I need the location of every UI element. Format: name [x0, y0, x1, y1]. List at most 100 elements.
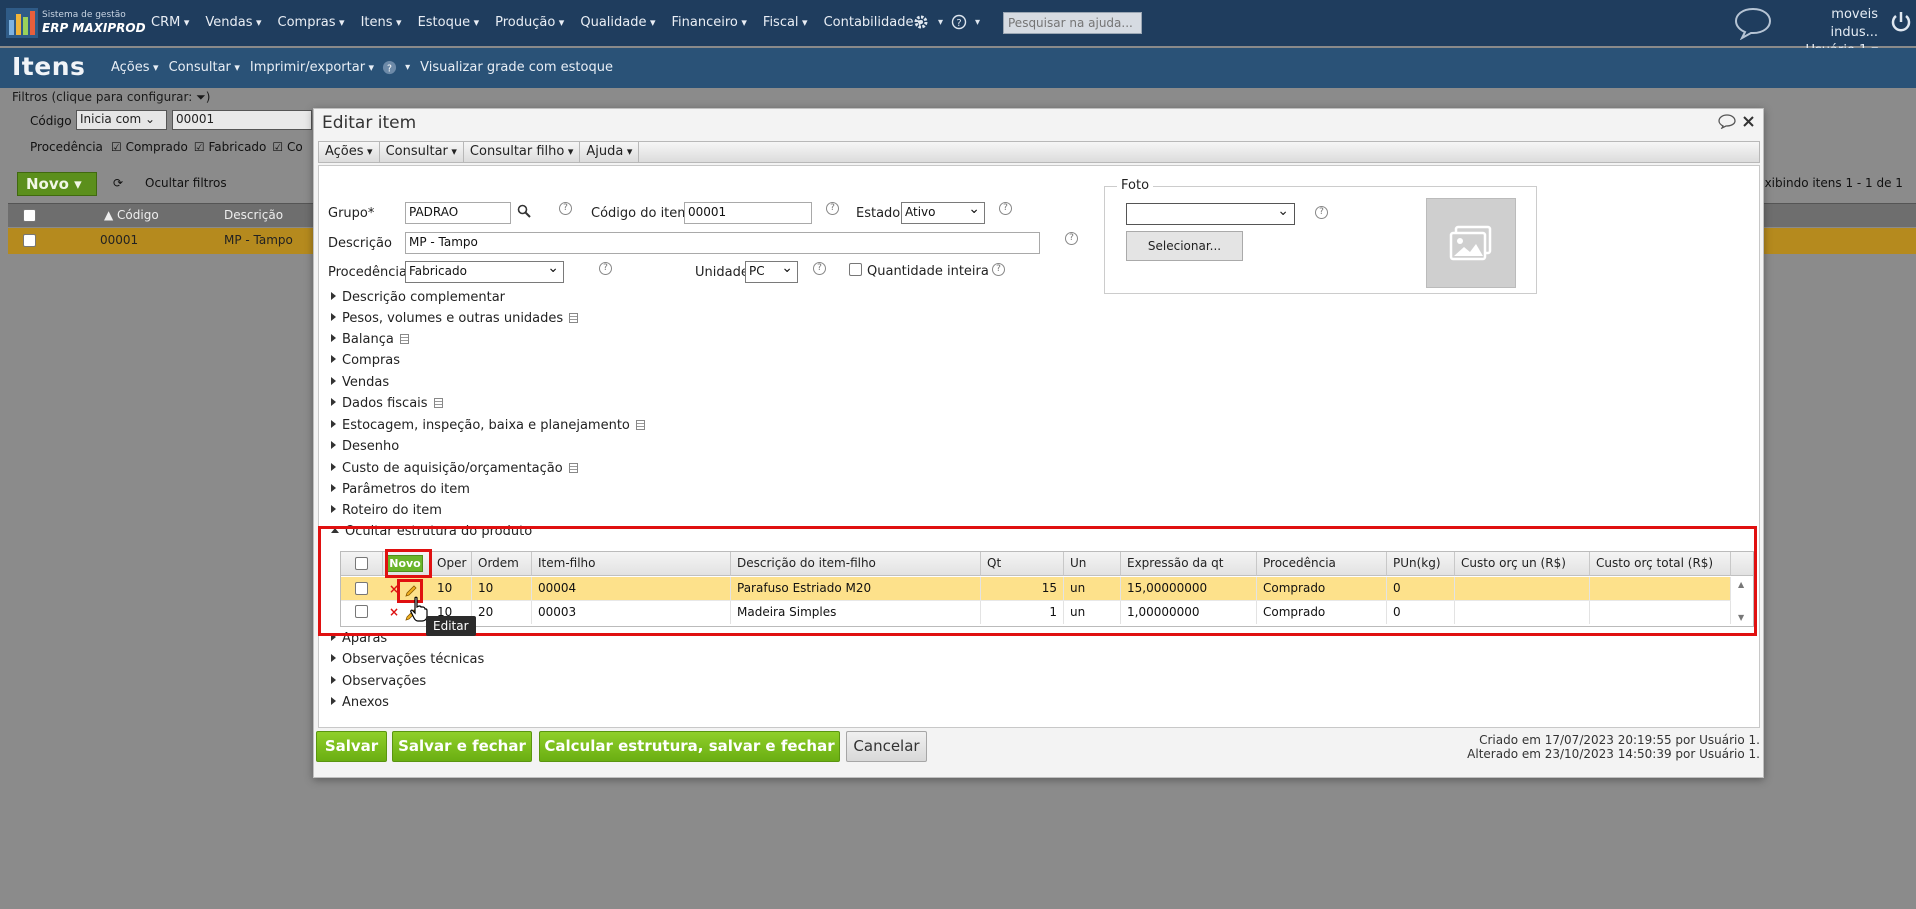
image-placeholder-icon [1449, 225, 1492, 261]
unidade-select[interactable]: PC [745, 260, 798, 283]
section-estocagem[interactable]: Estocagem, inspeção, baixa e planejament… [331, 418, 645, 433]
section-dados-fiscais[interactable]: Dados fiscais [331, 396, 443, 411]
foto-group: Foto ⌄ ? Selecionar... [1104, 178, 1537, 294]
help-dropdown-icon[interactable]: ▾ [975, 17, 980, 28]
brand: Sistema de gestão ERP MAXIPROD [42, 9, 146, 35]
dialog-menu-consultar[interactable]: Consultar [380, 142, 464, 162]
help-icon[interactable]: ? [826, 202, 839, 215]
help-icon[interactable]: ? [992, 263, 1005, 276]
estado-select[interactable]: Ativo [901, 201, 985, 224]
menu-qualidade[interactable]: Qualidade [572, 15, 663, 30]
section-roteiro[interactable]: Roteiro do item [331, 503, 442, 518]
help-search-input[interactable] [1003, 12, 1142, 34]
svg-text:?: ? [387, 63, 392, 74]
chat-icon[interactable] [1733, 6, 1773, 40]
grupo-field[interactable]: PADRAO [405, 202, 511, 224]
erp-logo-icon [6, 8, 38, 38]
section-compras[interactable]: Compras [331, 353, 400, 368]
page-menu-grade[interactable]: Visualizar grade com estoque [415, 60, 618, 75]
filter-codigo-operator[interactable]: Inicia com ⌄ [76, 110, 167, 130]
col-descricao[interactable]: Descrição [224, 208, 283, 222]
foto-legend: Foto [1117, 178, 1154, 193]
filter-fabricado-checkbox[interactable]: ☑ Fabricado [194, 140, 267, 154]
help-icon[interactable]: ? [382, 60, 397, 75]
section-custo-aquisicao[interactable]: Custo de aquisição/orçamentação [331, 461, 578, 476]
descricao-label: Descrição [328, 236, 392, 251]
unidade-label: Unidade [695, 265, 749, 280]
page-header: Itens Ações Consultar Imprimir/exportar … [0, 48, 1916, 88]
help-icon[interactable]: ? [813, 262, 826, 275]
codigo-item-label: Código do item [591, 206, 690, 221]
filter-procedencia-label: Procedência [30, 140, 103, 154]
company-name: moveis indus... [1830, 7, 1878, 40]
novo-button[interactable]: Novo ▾ [17, 172, 97, 196]
menu-financeiro[interactable]: Financeiro [664, 15, 755, 30]
help-icon[interactable]: ? [599, 262, 612, 275]
menu-vendas[interactable]: Vendas [197, 15, 269, 30]
filters-header[interactable]: Filtros (clique para configurar: ⏷) [12, 90, 210, 105]
salvar-button[interactable]: Salvar [316, 731, 387, 762]
section-anexos[interactable]: Anexos [331, 695, 389, 710]
power-icon[interactable] [1890, 10, 1912, 34]
filter-comprado-checkbox[interactable]: ☑ Comprado [111, 140, 188, 154]
help-dropdown-icon[interactable]: ▾ [400, 62, 415, 73]
help-icon[interactable]: ? [951, 14, 967, 30]
help-icon[interactable]: ? [559, 202, 572, 215]
dialog-body: Grupo* PADRAO ? Código do item 00001 ? E… [318, 165, 1760, 728]
cancelar-button[interactable]: Cancelar [846, 731, 927, 762]
menu-itens[interactable]: Itens [353, 15, 410, 30]
search-icon[interactable] [517, 204, 531, 218]
section-desenho[interactable]: Desenho [331, 439, 399, 454]
section-observacoes[interactable]: Observações [331, 674, 426, 689]
section-pesos-volumes[interactable]: Pesos, volumes e outras unidades [331, 311, 579, 326]
dialog-menu-ajuda[interactable]: Ajuda [580, 142, 640, 162]
help-icon[interactable]: ? [999, 202, 1012, 215]
refresh-icon[interactable]: ⟳ [113, 176, 123, 190]
document-icon [433, 398, 443, 408]
procedencia-select[interactable]: Fabricado [405, 260, 564, 283]
filter-codigo-input[interactable]: 00001 [172, 110, 312, 130]
page-menu-imprimir[interactable]: Imprimir/exportar [245, 60, 379, 75]
selecionar-foto-button[interactable]: Selecionar... [1126, 231, 1243, 261]
page-menu-consultar[interactable]: Consultar [164, 60, 245, 75]
quantidade-inteira-checkbox[interactable] [849, 263, 862, 276]
salvar-fechar-button[interactable]: Salvar e fechar [392, 731, 532, 762]
section-observacoes-tecnicas[interactable]: Observações técnicas [331, 652, 484, 667]
descricao-field[interactable]: MP - Tampo [405, 232, 1040, 254]
section-vendas[interactable]: Vendas [331, 375, 389, 390]
dialog-menu-acoes[interactable]: Ações [319, 142, 380, 162]
main-menu: CRM Vendas Compras Itens Estoque Produçã… [143, 15, 931, 30]
help-icon[interactable]: ? [1065, 232, 1078, 245]
chat-icon[interactable] [1718, 114, 1736, 129]
col-codigo[interactable]: ▲ Código [104, 208, 159, 222]
codigo-item-field[interactable]: 00001 [684, 202, 812, 224]
filter-codigo-label: Código [30, 114, 72, 128]
section-parametros[interactable]: Parâmetros do item [331, 482, 470, 497]
edit-tooltip: Editar [426, 616, 476, 636]
help-icon[interactable]: ? [1315, 206, 1328, 219]
menu-fiscal[interactable]: Fiscal [755, 15, 816, 30]
select-all-checkbox[interactable] [23, 209, 36, 222]
menu-producao[interactable]: Produção [487, 15, 572, 30]
foto-select[interactable]: ⌄ [1126, 203, 1295, 225]
dialog-title: Editar item [322, 113, 417, 133]
close-icon[interactable] [1742, 115, 1755, 128]
calcular-estrutura-button[interactable]: Calcular estrutura, salvar e fechar [539, 731, 840, 762]
page-menu-acoes[interactable]: Ações [106, 60, 164, 75]
gear-icon[interactable] [912, 13, 930, 31]
filter-procedencia-options: ☑ Comprado ☑ Fabricado ☑ Co [111, 140, 303, 154]
ocultar-filtros-button[interactable]: Ocultar filtros [145, 176, 227, 190]
gear-dropdown-icon[interactable]: ▾ [938, 17, 943, 28]
topbar-icons: ▾ ? ▾ [912, 13, 980, 31]
menu-compras[interactable]: Compras [270, 15, 353, 30]
filter-other-checkbox[interactable]: ☑ Co [272, 140, 302, 154]
row-codigo: 00001 [100, 233, 139, 247]
menu-crm[interactable]: CRM [143, 15, 197, 30]
section-balanca[interactable]: Balança [331, 332, 409, 347]
dialog-menu-consultar-filho[interactable]: Consultar filho [464, 142, 581, 162]
section-descricao-complementar[interactable]: Descrição complementar [331, 290, 505, 305]
svg-text:?: ? [956, 18, 961, 29]
altered-info: Alterado em 23/10/2023 14:50:39 por Usuá… [1467, 747, 1760, 761]
menu-estoque[interactable]: Estoque [410, 15, 488, 30]
row-checkbox[interactable] [23, 234, 36, 247]
